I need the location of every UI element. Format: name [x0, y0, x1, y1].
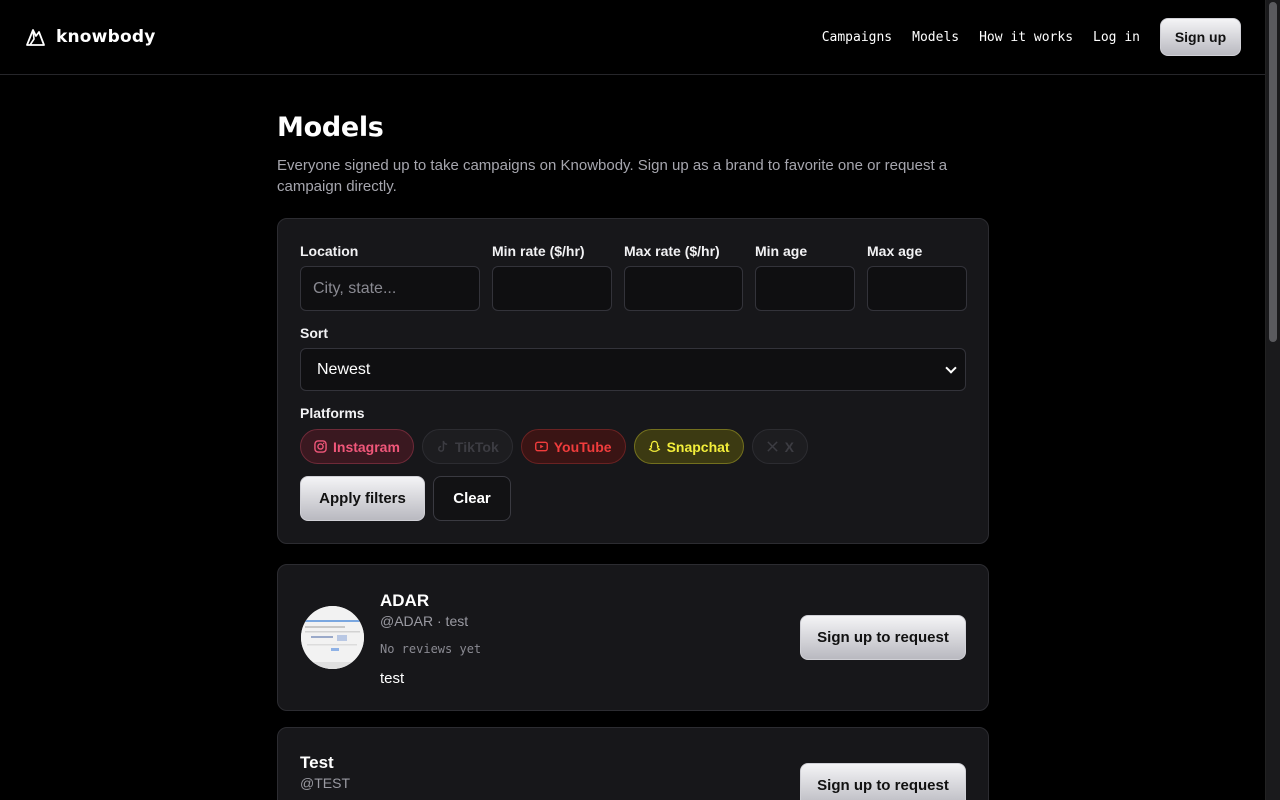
brand-logo-icon [26, 29, 45, 46]
platform-chip-label: YouTube [553, 438, 612, 455]
min-rate-label: Min rate ($/hr) [492, 243, 585, 259]
model-name[interactable]: Test [300, 753, 334, 773]
clear-filters-button[interactable]: Clear [433, 476, 511, 521]
platform-chip-youtube[interactable]: YouTube [520, 429, 626, 464]
x-icon [766, 441, 778, 452]
platform-chip-snapchat[interactable]: Snapchat [633, 429, 744, 464]
model-card[interactable]: ADAR @ADAR · test No reviews yet test Si… [277, 564, 989, 711]
min-rate-input[interactable] [492, 266, 612, 311]
model-bio: test [380, 670, 405, 687]
scrollbar-thumb[interactable] [1269, 2, 1277, 342]
platform-chip-tiktok[interactable]: TikTok [421, 429, 513, 464]
request-button[interactable]: Sign up to request [800, 763, 966, 800]
page-subtitle: Everyone signed up to take campaigns on … [277, 157, 948, 195]
max-rate-label: Max rate ($/hr) [624, 243, 720, 259]
youtube-icon [534, 441, 548, 452]
platforms-label: Platforms [300, 405, 365, 421]
model-name[interactable]: ADAR [380, 591, 429, 611]
platform-chip-label: Instagram [333, 438, 400, 455]
platform-chips: Instagram TikTok YouTube Snapchat X [300, 429, 808, 464]
avatar [301, 606, 364, 669]
nav-campaigns[interactable]: Campaigns [822, 30, 892, 45]
filters-panel: Location Min rate ($/hr) Max rate ($/hr)… [277, 218, 989, 544]
apply-filters-button[interactable]: Apply filters [300, 476, 425, 521]
page-header: Models Everyone signed up to take campai… [277, 112, 989, 197]
main-nav: Campaigns Models How it works Log in Sig… [802, 18, 1241, 56]
page-title: Models [277, 112, 384, 143]
model-handle: @TEST [300, 775, 350, 791]
avatar-image [301, 606, 364, 669]
nav-how-it-works[interactable]: How it works [979, 30, 1073, 45]
request-button[interactable]: Sign up to request [800, 615, 966, 660]
max-rate-input[interactable] [624, 266, 743, 311]
nav-login[interactable]: Log in [1093, 30, 1140, 45]
max-age-label: Max age [867, 243, 923, 259]
tiktok-icon [437, 440, 448, 452]
chevron-down-icon [945, 362, 957, 374]
platform-chip-label: X [784, 438, 794, 455]
brand-name: knowbody [56, 27, 156, 47]
model-handle: @ADAR · test [380, 613, 469, 629]
min-age-input[interactable] [755, 266, 855, 311]
page-scrollbar[interactable] [1265, 0, 1280, 800]
min-age-label: Min age [755, 243, 808, 259]
platform-chip-label: Snapchat [666, 438, 730, 455]
model-card[interactable]: Test @TEST Sign up to request [277, 727, 989, 800]
sort-value: Newest [317, 360, 371, 378]
model-reviews: No reviews yet [380, 642, 482, 656]
platform-chip-instagram[interactable]: Instagram [300, 429, 414, 464]
sort-select[interactable]: Newest [300, 348, 966, 391]
snapchat-icon [648, 440, 660, 452]
platform-chip-label: TikTok [454, 438, 499, 455]
nav-models[interactable]: Models [912, 30, 959, 45]
signup-button[interactable]: Sign up [1160, 18, 1241, 56]
platform-chip-x[interactable]: X [751, 429, 808, 464]
instagram-icon [314, 440, 327, 453]
max-age-input[interactable] [867, 266, 967, 311]
top-navbar: knowbody Campaigns Models How it works L… [0, 0, 1265, 75]
location-input[interactable] [300, 266, 480, 311]
brand-link[interactable]: knowbody [24, 26, 156, 48]
sort-label: Sort [300, 325, 328, 341]
location-label: Location [300, 243, 359, 259]
